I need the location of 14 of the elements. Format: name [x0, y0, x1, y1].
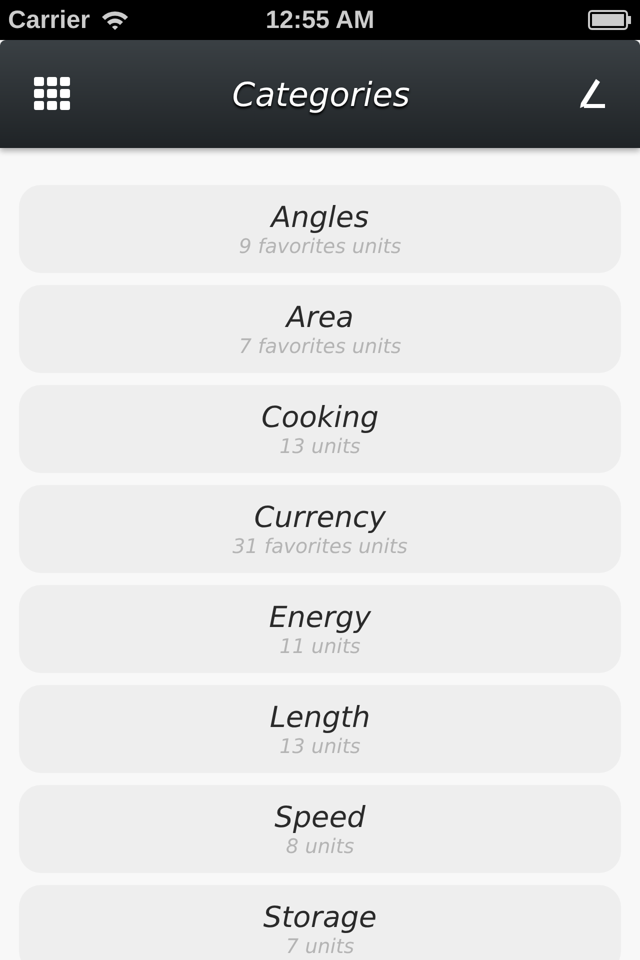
status-time: 12:55 AM: [266, 6, 374, 34]
nav-title: Categories: [232, 74, 410, 114]
category-row[interactable]: Storage 7 units: [19, 885, 621, 960]
wifi-icon: [100, 9, 130, 31]
category-row[interactable]: Angles 9 favorites units: [19, 185, 621, 273]
category-row[interactable]: Speed 8 units: [19, 785, 621, 873]
category-row[interactable]: Length 13 units: [19, 685, 621, 773]
category-row[interactable]: Energy 11 units: [19, 585, 621, 673]
category-row[interactable]: Area 7 favorites units: [19, 285, 621, 373]
grid-menu-icon[interactable]: [34, 77, 70, 111]
category-row[interactable]: Cooking 13 units: [19, 385, 621, 473]
carrier-name: Carrier: [8, 6, 90, 34]
battery-icon: [588, 10, 632, 30]
category-row[interactable]: Currency 31 favorites units: [19, 485, 621, 573]
